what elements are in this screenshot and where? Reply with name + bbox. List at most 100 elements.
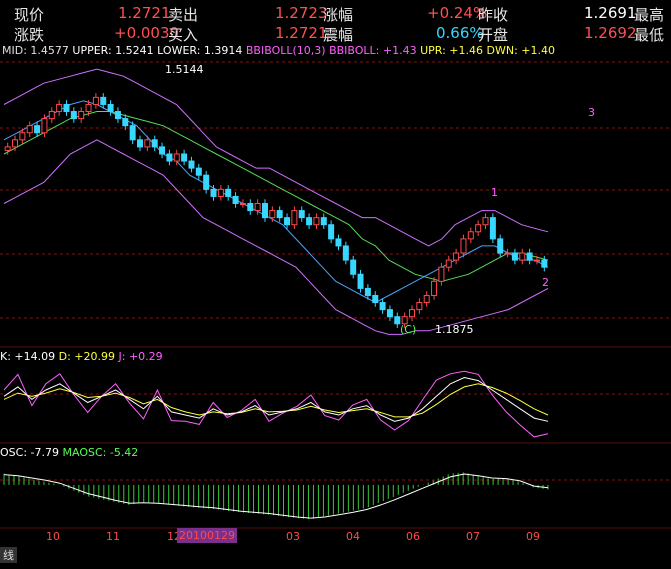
candle-body-19 <box>144 139 151 148</box>
annotation-low: 1.1875 <box>435 323 474 336</box>
x-tick-07: 07 <box>466 530 480 543</box>
candle-body-30 <box>225 188 232 197</box>
candle-body-64 <box>475 224 482 233</box>
candle-body-7 <box>56 103 63 113</box>
candle-body-37 <box>276 210 283 219</box>
candle-body-4 <box>34 125 41 134</box>
kdj-panel <box>3 370 549 438</box>
candle-body-63 <box>467 231 474 240</box>
bbiboll-line <box>3 100 549 304</box>
kdj-j-line <box>3 370 549 438</box>
candle-body-50 <box>372 294 379 304</box>
candle-body-17 <box>129 125 136 141</box>
chart-grid <box>0 61 671 529</box>
candle-body-18 <box>137 139 143 148</box>
candle-body-57 <box>423 294 430 304</box>
annotation-wave-c: (C) <box>400 323 416 336</box>
candle-body-20 <box>151 139 158 148</box>
candle-body-55 <box>409 309 415 318</box>
candle-body-70 <box>519 252 526 261</box>
x-tick-03: 03 <box>286 530 300 543</box>
upper-band-line <box>3 68 549 247</box>
candle-body-58 <box>431 280 438 296</box>
candle-body-65 <box>482 217 489 226</box>
candle-body-52 <box>386 309 393 318</box>
period-tab[interactable]: 线 <box>0 547 17 563</box>
candle-body-21 <box>159 146 166 155</box>
candle-body-26 <box>195 167 202 176</box>
crosshair-date-label: 20100129 <box>177 528 237 543</box>
candle-body-9 <box>70 111 77 120</box>
candle-body-27 <box>203 174 210 190</box>
candle-body-49 <box>364 287 371 296</box>
candle-body-5 <box>41 118 48 134</box>
annotation-wave-1: 1 <box>491 186 498 199</box>
candle-body-60 <box>445 259 452 268</box>
candle-body-2 <box>19 132 26 141</box>
candle-body-32 <box>239 203 246 205</box>
candle-body-14 <box>107 103 114 113</box>
candle-body-72 <box>533 259 540 262</box>
candle-body-61 <box>453 252 460 261</box>
candle-body-45 <box>335 238 342 247</box>
annotation-wave-2: 2 <box>542 276 549 289</box>
annotation-wave-3: 3 <box>588 106 595 119</box>
candle-body-44 <box>328 224 335 240</box>
candle-body-56 <box>416 302 423 311</box>
candle-body-25 <box>188 160 195 169</box>
candle-body-6 <box>48 111 55 120</box>
candle-body-48 <box>357 273 364 289</box>
candle-body-15 <box>114 111 121 120</box>
candle-body-24 <box>181 153 188 162</box>
annotation-high: 1.5144 <box>165 63 204 76</box>
candle-body-51 <box>379 302 386 311</box>
candle-body-59 <box>438 266 445 282</box>
mid-band-line <box>3 111 549 282</box>
candle-body-36 <box>269 210 276 219</box>
candle-body-62 <box>460 238 467 254</box>
candle-body-11 <box>85 103 92 113</box>
candle-body-38 <box>284 217 291 226</box>
kdj-k-line <box>3 376 549 422</box>
candle-body-73 <box>541 259 548 268</box>
candle-body-29 <box>217 188 224 197</box>
candle-body-47 <box>350 259 357 275</box>
candle-body-69 <box>511 252 518 261</box>
kdj-d-line <box>3 383 549 418</box>
candle-body-34 <box>254 203 261 212</box>
x-tick-10: 10 <box>46 530 60 543</box>
candle-body-43 <box>320 217 327 226</box>
candle-body-35 <box>261 203 268 219</box>
candle-body-28 <box>210 188 217 197</box>
candle-body-23 <box>173 153 180 162</box>
candle-body-33 <box>247 203 254 212</box>
candle-body-22 <box>166 153 173 162</box>
candle-body-68 <box>504 252 511 255</box>
candle-body-1 <box>12 139 19 148</box>
candle-body-41 <box>306 217 313 226</box>
osc-panel <box>3 472 549 520</box>
annotations: 1.5144 1.1875 (C) 1 2 3 <box>165 63 595 336</box>
candle-body-0 <box>4 146 11 151</box>
candle-body-10 <box>78 111 85 120</box>
x-tick-06: 06 <box>406 530 420 543</box>
x-tick-09: 09 <box>526 530 540 543</box>
candle-body-8 <box>63 103 70 113</box>
kline-chart[interactable]: 1.5144 1.1875 (C) 1 2 3 <box>0 0 671 569</box>
candle-body-13 <box>100 96 107 105</box>
candle-body-12 <box>92 96 99 105</box>
x-tick-11: 11 <box>106 530 120 543</box>
candle-body-39 <box>291 210 298 226</box>
candle-body-67 <box>497 238 504 254</box>
maosc-line <box>3 473 549 519</box>
candle-body-71 <box>526 252 533 261</box>
candle-body-31 <box>232 195 239 205</box>
candle-body-46 <box>342 245 349 261</box>
candle-body-40 <box>298 210 305 219</box>
x-tick-04: 04 <box>346 530 360 543</box>
candle-body-42 <box>313 217 320 226</box>
candle-body-16 <box>122 118 129 127</box>
candle-body-66 <box>489 217 496 240</box>
lower-band-line <box>3 139 549 335</box>
candle-body-3 <box>26 125 33 134</box>
